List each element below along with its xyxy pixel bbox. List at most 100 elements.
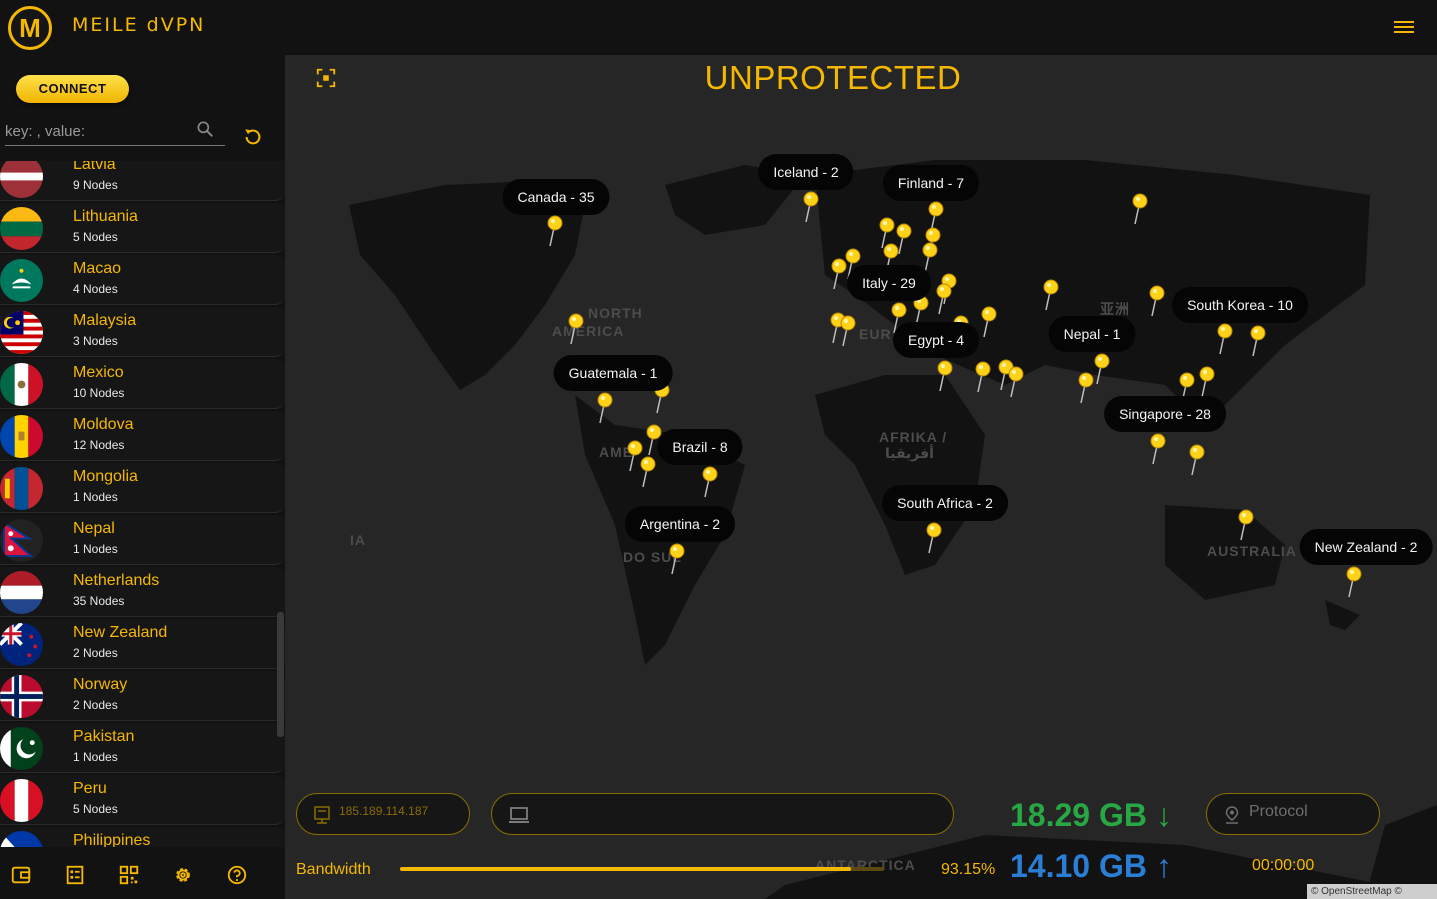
country-row-latvia[interactable]: Latvia 9 Nodes xyxy=(0,161,285,201)
map-pin-icon[interactable] xyxy=(568,313,584,345)
mongolia-flag-icon xyxy=(0,467,43,510)
malaysia-flag-icon xyxy=(0,311,43,354)
map-pin-icon[interactable] xyxy=(981,306,997,338)
country-row-mexico[interactable]: Mexico 10 Nodes xyxy=(0,359,285,409)
map-pin-icon[interactable] xyxy=(1189,444,1205,476)
connect-button[interactable]: CONNECT xyxy=(16,75,129,103)
map-pin-icon[interactable] xyxy=(803,191,819,223)
map-pin-icon[interactable] xyxy=(1078,372,1094,404)
protocol-label: Protocol xyxy=(1249,803,1308,820)
country-row-philippines[interactable]: Philippines xyxy=(0,827,285,847)
node-count: 10 Nodes xyxy=(73,386,125,400)
macao-flag-icon xyxy=(0,259,43,302)
hamburger-menu-icon[interactable] xyxy=(1394,18,1416,36)
country-name: Peru xyxy=(73,780,107,797)
bandwidth-label: Bandwidth xyxy=(296,861,371,878)
map-pin-icon[interactable] xyxy=(1217,323,1233,355)
map-tooltip: Finland - 7 xyxy=(882,165,980,201)
help-icon[interactable] xyxy=(226,864,248,886)
map-pin-icon[interactable] xyxy=(1094,353,1110,385)
map-tooltip: New Zealand - 2 xyxy=(1299,529,1433,565)
country-row-mongolia[interactable]: Mongolia 1 Nodes xyxy=(0,463,285,513)
map-pin-icon[interactable] xyxy=(831,258,847,290)
country-row-moldova[interactable]: Moldova 12 Nodes xyxy=(0,411,285,461)
laptop-icon xyxy=(509,807,529,823)
fullscreen-icon[interactable] xyxy=(315,67,337,89)
map-attribution[interactable]: © OpenStreetMap © CARTO xyxy=(1307,884,1437,899)
map-pin-icon[interactable] xyxy=(1250,325,1266,357)
country-row-malaysia[interactable]: Malaysia 3 Nodes xyxy=(0,307,285,357)
country-row-pakistan[interactable]: Pakistan 1 Nodes xyxy=(0,723,285,773)
node-count: 12 Nodes xyxy=(73,438,125,452)
map-pin-icon[interactable] xyxy=(936,283,952,315)
connection-status: UNPROTECTED xyxy=(704,59,962,96)
upload-total: 14.10 GB ↑ xyxy=(1010,848,1172,884)
search-input[interactable] xyxy=(5,117,190,145)
node-count: 2 Nodes xyxy=(73,646,118,660)
map-label: AUSTRALIA xyxy=(1207,543,1297,559)
norway-flag-icon xyxy=(0,675,43,718)
new-zealand-flag-icon xyxy=(0,623,43,666)
map-pin-icon[interactable] xyxy=(1132,193,1148,225)
lithuania-flag-icon xyxy=(0,207,43,250)
country-list[interactable]: Latvia 9 Nodes Lithuania 5 Nodes Macao 4… xyxy=(0,161,285,847)
node-count: 1 Nodes xyxy=(73,750,118,764)
map-pin-icon[interactable] xyxy=(597,392,613,424)
philippines-flag-icon xyxy=(0,831,43,847)
country-row-netherlands[interactable]: Netherlands 35 Nodes xyxy=(0,567,285,617)
map-pin-icon[interactable] xyxy=(1150,433,1166,465)
search-box xyxy=(5,117,225,146)
map-pin-icon[interactable] xyxy=(1149,285,1165,317)
qr-code-icon[interactable] xyxy=(118,864,140,886)
country-row-peru[interactable]: Peru 5 Nodes xyxy=(0,775,285,825)
map-pin-icon[interactable] xyxy=(840,315,856,347)
world-map[interactable]: NORTH AMERICA EUR 亚洲 AFRIKA / أفريقيا AM… xyxy=(285,55,1437,899)
refresh-icon[interactable] xyxy=(242,126,264,148)
country-list-scrollbar[interactable] xyxy=(277,612,284,737)
brand-name: MEILE dVPN xyxy=(72,14,206,36)
node-count: 5 Nodes xyxy=(73,230,118,244)
country-name: Philippines xyxy=(73,832,151,847)
map-pin-icon[interactable] xyxy=(1199,366,1215,398)
map-pin-icon[interactable] xyxy=(1346,566,1362,598)
settings-gear-icon[interactable] xyxy=(172,864,194,886)
map-pin-icon[interactable] xyxy=(937,360,953,392)
wallet-icon[interactable] xyxy=(10,864,32,886)
latvia-flag-icon xyxy=(0,161,43,198)
bottom-nav xyxy=(0,853,285,899)
country-name: Mexico xyxy=(73,364,124,381)
country-row-norway[interactable]: Norway 2 Nodes xyxy=(0,671,285,721)
session-timer: 00:00:00 xyxy=(1252,857,1315,874)
device-box xyxy=(491,793,954,835)
map-tooltip: Guatemala - 1 xyxy=(553,355,673,391)
map-pin-icon[interactable] xyxy=(926,522,942,554)
map-pin-icon[interactable] xyxy=(1238,509,1254,541)
map-tooltip: Egypt - 4 xyxy=(892,322,980,358)
map-pin-icon[interactable] xyxy=(640,456,656,488)
nepal-flag-icon xyxy=(0,519,43,562)
country-row-nepal[interactable]: Nepal 1 Nodes xyxy=(0,515,285,565)
protocol-box[interactable]: Protocol xyxy=(1206,793,1380,835)
search-icon[interactable] xyxy=(195,119,215,139)
map-pin-icon[interactable] xyxy=(702,466,718,498)
map-pin-icon[interactable] xyxy=(1043,279,1059,311)
country-name: Malaysia xyxy=(73,312,137,329)
map-pin-icon[interactable] xyxy=(1008,366,1024,398)
node-count: 9 Nodes xyxy=(73,178,118,192)
map-pin-icon[interactable] xyxy=(975,361,991,393)
netherlands-flag-icon xyxy=(0,571,43,614)
server-icon xyxy=(314,806,330,824)
country-row-lithuania[interactable]: Lithuania 5 Nodes xyxy=(0,203,285,253)
subscriptions-icon[interactable] xyxy=(64,864,86,886)
country-row-new-zealand[interactable]: New Zealand 2 Nodes xyxy=(0,619,285,669)
country-name: Latvia xyxy=(73,161,116,173)
node-count: 35 Nodes xyxy=(73,594,125,608)
map-pin-icon[interactable] xyxy=(669,543,685,575)
country-name: Macao xyxy=(73,260,122,277)
country-row-macao[interactable]: Macao 4 Nodes xyxy=(0,255,285,305)
top-bar: M MEILE dVPN xyxy=(0,0,1437,55)
map-tooltip: Canada - 35 xyxy=(502,179,610,215)
peru-flag-icon xyxy=(0,779,43,822)
map-pin-icon[interactable] xyxy=(547,215,563,247)
map-tooltip: Singapore - 28 xyxy=(1104,396,1226,432)
